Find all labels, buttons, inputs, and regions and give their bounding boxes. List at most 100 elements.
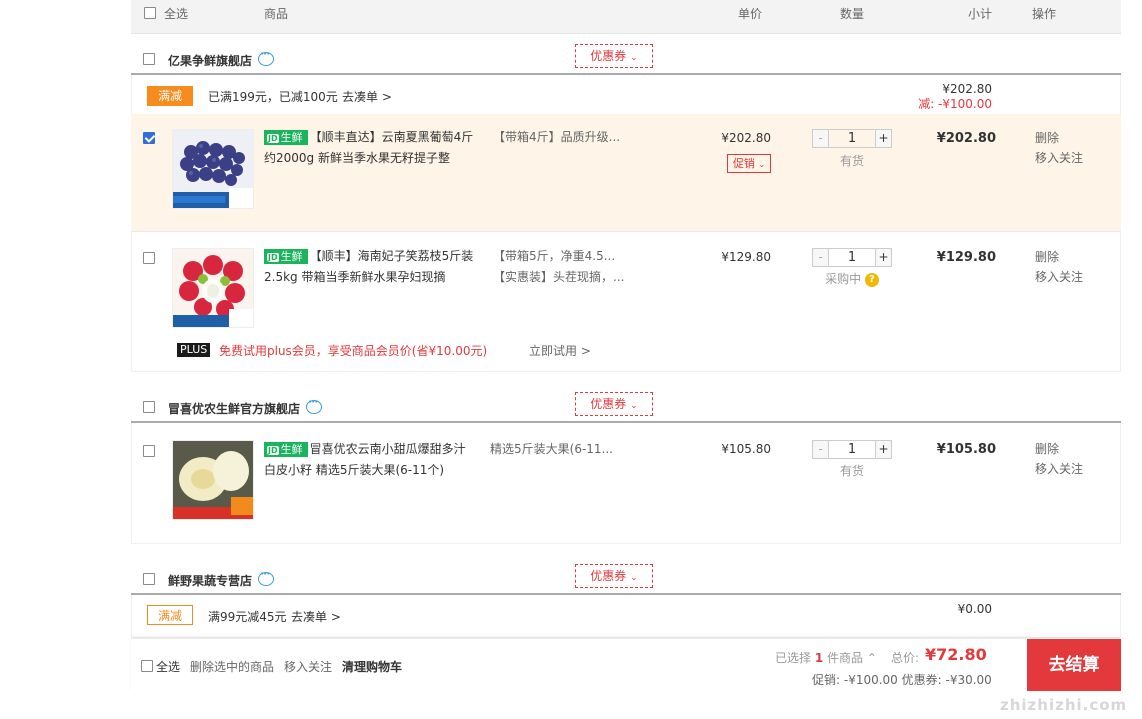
- product-spec[interactable]: 精选5斤装大果(6-11...: [490, 439, 630, 460]
- cart-table-header: 全选 商品 单价 数量 小计 操作: [131, 0, 1121, 34]
- help-icon[interactable]: ?: [864, 272, 879, 287]
- chevron-up-icon: ⌃: [866, 651, 877, 665]
- footer-select-all-checkbox[interactable]: [141, 660, 153, 672]
- select-all-checkbox[interactable]: [144, 7, 156, 19]
- follow-link[interactable]: 移入关注: [1035, 459, 1083, 479]
- decrease-button[interactable]: -: [813, 249, 829, 266]
- shop-name[interactable]: 亿果争鲜旗舰店: [168, 52, 252, 69]
- discount-tag: 满减: [147, 86, 193, 106]
- fresh-badge: JD 生鲜: [264, 249, 308, 264]
- quantity-input[interactable]: 1: [829, 249, 875, 266]
- discount-summary: 促销: -¥100.00 优惠券: -¥30.00: [812, 673, 992, 687]
- chevron-down-icon: ⌄: [630, 573, 638, 583]
- shop-sum-total: ¥0.00: [957, 602, 992, 616]
- chevron-down-icon: ⌄: [630, 401, 638, 411]
- cart-item: JD 生鲜 【顺丰】海南妃子笑荔枝5斤装 2.5kg 带箱当季新鲜水果孕妇现摘 【带…: [131, 233, 1121, 371]
- plus-offer-text: 免费试用plus会员，享受商品会员价(省¥10.00元): [219, 344, 488, 358]
- promo-select[interactable]: 促销 ⌄: [727, 154, 771, 173]
- decrease-button[interactable]: -: [813, 441, 829, 458]
- shop-group: 亿果争鲜旗舰店 优惠券 ⌄ 满减 已满199元，已减100元 去凑单 > ¥20…: [131, 38, 1121, 372]
- grape-image: [173, 130, 253, 208]
- stock-status: 有货: [839, 154, 864, 168]
- unit-price: ¥129.80: [721, 250, 771, 264]
- footer-select-all-label[interactable]: 全选: [156, 658, 180, 675]
- delete-selected-link[interactable]: 删除选中的商品: [190, 658, 274, 675]
- shop-header: 鲜野果蔬专营店 优惠券 ⌄: [131, 558, 1121, 598]
- fresh-badge: JD 生鲜: [264, 130, 308, 145]
- shop-header: 亿果争鲜旗舰店 优惠券 ⌄: [131, 38, 1121, 78]
- product-spec[interactable]: 【带箱5斤，净重4.5... 【实惠装】头茬现摘，...: [493, 246, 633, 288]
- follow-link[interactable]: 移入关注: [1035, 267, 1083, 287]
- column-subtotal: 小计: [968, 7, 993, 21]
- increase-button[interactable]: +: [875, 130, 891, 147]
- increase-button[interactable]: +: [875, 441, 891, 458]
- quantity-input[interactable]: 1: [829, 130, 875, 147]
- shop-checkbox[interactable]: [143, 53, 155, 65]
- unit-price: ¥202.80: [721, 131, 771, 145]
- checkout-button[interactable]: 去结算: [1027, 639, 1121, 691]
- lychee-image: [173, 249, 253, 327]
- product-spec[interactable]: 【带箱4斤】品质升级...: [493, 127, 633, 148]
- plus-trial-link[interactable]: 立即试用 >: [529, 342, 591, 359]
- product-image[interactable]: [172, 129, 254, 209]
- product-image[interactable]: [172, 440, 254, 520]
- coupon-button[interactable]: 优惠券 ⌄: [575, 564, 653, 588]
- column-quantity: 数量: [840, 7, 865, 21]
- item-actions: 删除 移入关注: [1035, 439, 1083, 479]
- melon-image: [173, 441, 253, 519]
- move-follow-link[interactable]: 移入关注: [284, 658, 332, 675]
- column-product: 商品: [264, 7, 289, 21]
- item-checkbox[interactable]: [143, 252, 155, 264]
- cart-footer: 全选 删除选中的商品 移入关注 清理购物车 已选择 1 件商品 ⌃ 总价: ¥7…: [131, 638, 1121, 692]
- decrease-button[interactable]: -: [813, 130, 829, 147]
- shop-sum-total: ¥202.80: [942, 82, 992, 96]
- increase-button[interactable]: +: [875, 249, 891, 266]
- product-image[interactable]: [172, 248, 254, 328]
- delete-link[interactable]: 删除: [1035, 439, 1083, 459]
- stock-status: 采购中 ?: [817, 270, 887, 287]
- item-subtotal: ¥105.80: [936, 442, 996, 457]
- select-all-label: 全选: [164, 7, 189, 21]
- chevron-down-icon: ⌄: [758, 160, 766, 169]
- clear-cart-link[interactable]: 清理购物车: [342, 658, 402, 675]
- chat-icon[interactable]: [258, 50, 274, 66]
- shop-name[interactable]: 鲜野果蔬专营店: [168, 572, 252, 589]
- coupon-button[interactable]: 优惠券 ⌄: [575, 44, 653, 68]
- shop-sum-discount: 减: -¥100.00: [918, 97, 992, 111]
- follow-link[interactable]: 移入关注: [1035, 148, 1083, 168]
- plus-badge: PLUS: [177, 343, 211, 357]
- shop-group: 冒喜优农生鲜官方旗舰店 优惠券 ⌄ JD生鲜冒喜优农云南小甜瓜爆甜多汁白皮小籽 …: [131, 386, 1121, 544]
- selected-count-info[interactable]: 已选择 1 件商品 ⌃: [775, 649, 877, 666]
- chat-icon[interactable]: [258, 570, 274, 586]
- item-subtotal: ¥202.80: [936, 131, 996, 146]
- shop-checkbox[interactable]: [143, 573, 155, 585]
- item-subtotal: ¥129.80: [936, 250, 996, 265]
- shop-checkbox[interactable]: [143, 401, 155, 413]
- chevron-down-icon: ⌄: [630, 53, 638, 63]
- product-title[interactable]: JD 生鲜 【顺丰直达】云南夏黑葡萄4斤 约2000g 新鲜当季水果无籽提子整: [264, 127, 476, 169]
- promo-link[interactable]: 去凑单 >: [291, 608, 341, 625]
- chat-icon[interactable]: [306, 398, 322, 414]
- quantity-input[interactable]: 1: [829, 441, 875, 458]
- total-price: ¥72.80: [925, 645, 987, 664]
- quantity-stepper: - 1 +: [812, 248, 892, 267]
- quantity-stepper: - 1 +: [812, 129, 892, 148]
- promo-text: 已满199元，已减100元: [208, 90, 338, 104]
- shop-name[interactable]: 冒喜优农生鲜官方旗舰店: [168, 400, 300, 417]
- item-checkbox[interactable]: [143, 132, 155, 144]
- item-actions: 删除 移入关注: [1035, 128, 1083, 168]
- stock-status: 有货: [839, 464, 864, 478]
- unit-price: ¥105.80: [721, 442, 771, 456]
- column-action: 操作: [1032, 7, 1057, 21]
- delete-link[interactable]: 删除: [1035, 247, 1083, 267]
- quantity-stepper: - 1 +: [812, 440, 892, 459]
- coupon-button[interactable]: 优惠券 ⌄: [575, 392, 653, 416]
- promo-text: 满99元减45元: [208, 610, 287, 624]
- product-title[interactable]: JD 生鲜 【顺丰】海南妃子笑荔枝5斤装 2.5kg 带箱当季新鲜水果孕妇现摘: [264, 246, 476, 288]
- fresh-badge: JD 生鲜: [264, 442, 308, 457]
- shop-header: 冒喜优农生鲜官方旗舰店 优惠券 ⌄: [131, 386, 1121, 426]
- promo-link[interactable]: 去凑单 >: [342, 88, 392, 105]
- item-checkbox[interactable]: [143, 445, 155, 457]
- delete-link[interactable]: 删除: [1035, 128, 1083, 148]
- product-title[interactable]: JD 生鲜 冒喜优农云南小甜瓜爆甜多汁白皮小籽 精选5斤装大果(6-11个): [264, 439, 476, 481]
